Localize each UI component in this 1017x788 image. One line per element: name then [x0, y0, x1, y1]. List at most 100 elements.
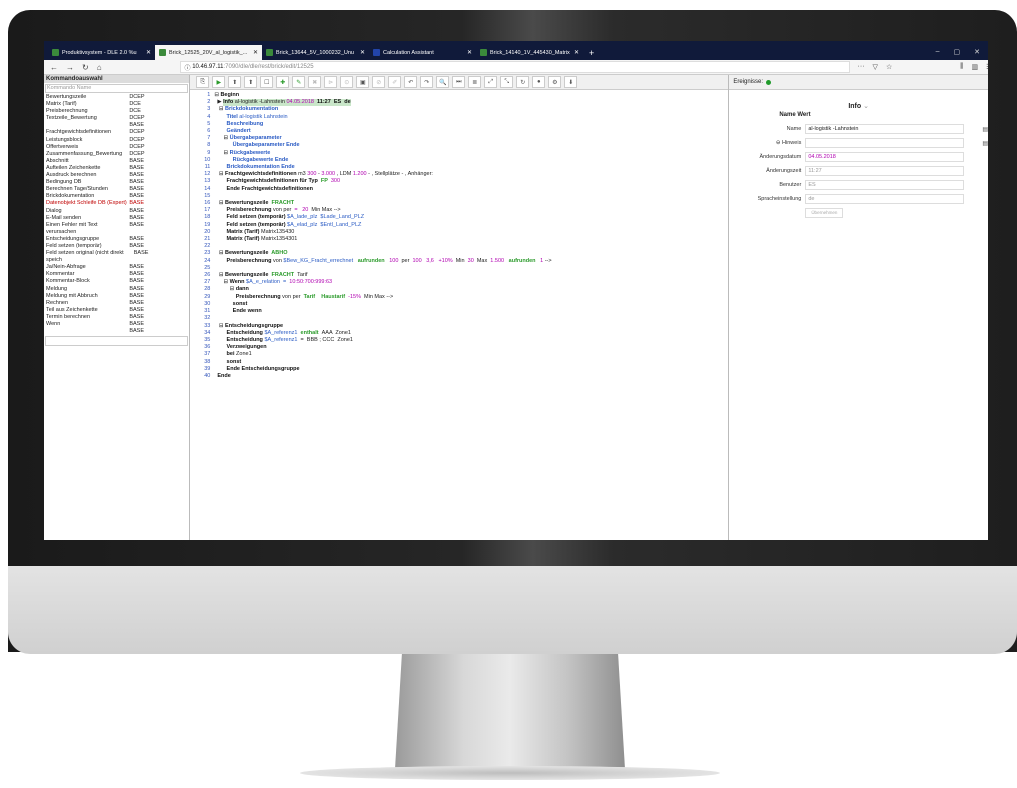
code-line[interactable]: 34 Entscheidung $A_referenz1 enthalt AAA…: [198, 330, 726, 337]
back-icon[interactable]: ←: [50, 63, 58, 72]
command-list-item[interactable]: Wenn BASE: [44, 321, 189, 328]
code-line[interactable]: 36 Verzweigungen: [198, 344, 726, 351]
command-list-item[interactable]: Berechnen Tage/Stunden BASE: [44, 186, 189, 193]
command-list-item[interactable]: Dialog BASE: [44, 208, 189, 215]
toolbar-button-icon[interactable]: ●: [532, 76, 546, 88]
toolbar-button-icon[interactable]: ⚙: [548, 76, 562, 88]
code-line[interactable]: 21 Matrix (Tarif) Matrix1354301: [198, 236, 726, 243]
toolbar-button-icon[interactable]: ≣: [468, 76, 482, 88]
code-line[interactable]: 38 sonst: [198, 359, 726, 366]
browser-tab[interactable]: Brick_12525_20V_al_logistik_... ✕: [155, 45, 262, 60]
code-line[interactable]: 23 ⊟ Bewertungszeile ABHO: [198, 250, 726, 257]
command-list-item[interactable]: Feld setzen (temporär) BASE: [44, 243, 189, 250]
code-line[interactable]: 15: [198, 193, 726, 200]
code-line[interactable]: 32: [198, 315, 726, 322]
pocket-icon[interactable]: ▽: [873, 63, 878, 71]
toolbar-button-icon[interactable]: ✐: [388, 76, 402, 88]
command-list-item[interactable]: Offertverweis DCEP: [44, 144, 189, 151]
command-list-item[interactable]: Rechnen BASE: [44, 300, 189, 307]
code-line[interactable]: 8 Übergabeparameter Ende: [198, 142, 726, 149]
code-line[interactable]: 27 ⊟ Wenn $A_e_relation = 10:50:700:999:…: [198, 279, 726, 286]
code-line[interactable]: 10 Rückgabewerte Ende: [198, 157, 726, 164]
command-list-item[interactable]: Ja/Nein-Abfrage BASE: [44, 264, 189, 271]
tab-close-icon[interactable]: ✕: [146, 49, 151, 56]
toolbar-button-icon[interactable]: ⤢: [484, 76, 498, 88]
tab-close-icon[interactable]: ✕: [574, 49, 579, 56]
forward-icon[interactable]: →: [66, 63, 74, 72]
code-area[interactable]: 1 ⊟ Beginn 2 ▶ Info al-logistik -Lahnstein…: [190, 90, 728, 380]
toolbar-button-icon[interactable]: ▶: [212, 76, 226, 88]
command-list-item[interactable]: E-Mail senden BASE: [44, 215, 189, 222]
document-icon[interactable]: ▤: [982, 126, 988, 133]
address-field[interactable]: ⓘ 10.46.97.11:7090/dle/dle/rest/brick/ed…: [179, 61, 850, 73]
code-line[interactable]: 19 Feld setzen (temporär) $A_elad_plz $E…: [198, 222, 726, 229]
library-icon[interactable]: ⫼: [960, 63, 963, 71]
command-list-item[interactable]: Textzeile_Bewertung DCEP: [44, 115, 189, 122]
browser-tab[interactable]: Produktivsystem - DLE 2.0 %u ✕: [48, 45, 155, 60]
field-value-input[interactable]: [805, 138, 965, 148]
code-line[interactable]: 5 Beschreibung: [198, 121, 726, 128]
code-line[interactable]: 24 Preisberechnung von $Bew_KG_Fracht_er…: [198, 258, 726, 265]
code-line[interactable]: 26 ⊟ Bewertungszeile FRACHT Tarif: [198, 272, 726, 279]
code-line[interactable]: 14 Ende Frachtgewichtsdefinitionen: [198, 186, 726, 193]
toolbar-button-icon[interactable]: ⬇: [564, 76, 578, 88]
command-list-item[interactable]: Teil aus Zeichenkette BASE: [44, 307, 189, 314]
command-list-item[interactable]: Bewertungszeile DCEP: [44, 94, 189, 101]
code-line[interactable]: 35 Entscheidung $A_referenz1 = BBB ; CCC…: [198, 337, 726, 344]
toolbar-button-icon[interactable]: ☐: [260, 76, 274, 88]
tab-close-icon[interactable]: ✕: [467, 49, 472, 56]
code-line[interactable]: 30 sonst: [198, 301, 726, 308]
command-list-item[interactable]: Matrix (Tarif) DCE: [44, 101, 189, 108]
code-line[interactable]: 25: [198, 265, 726, 272]
toolbar-button-icon[interactable]: ⬆: [244, 76, 258, 88]
close-window-icon[interactable]: ✕: [974, 48, 980, 56]
command-list-item[interactable]: BASE: [44, 328, 189, 335]
toolbar-button-icon[interactable]: ↷: [420, 76, 434, 88]
code-line[interactable]: 29 Preisberechnung von per Tarif Haustar…: [198, 294, 726, 301]
browser-tab[interactable]: Calculation Assistant ✕: [369, 45, 476, 60]
sidebar-icon[interactable]: ▥: [971, 63, 978, 71]
reload-icon[interactable]: ↻: [82, 63, 89, 72]
command-list-item[interactable]: Datenobjekt Schleife DB (Expert) BASE: [44, 200, 189, 207]
toolbar-button-icon[interactable]: ✚: [276, 76, 290, 88]
apply-button[interactable]: Übernehmen: [805, 208, 844, 218]
command-list-item[interactable]: Zusammenfassung_Bewertung DCEP: [44, 151, 189, 158]
code-line[interactable]: 11 Brickdokumentation Ende: [198, 164, 726, 171]
code-line[interactable]: 2 ▶ Info al-logistik -Lahnstein 04.05.20…: [198, 99, 726, 107]
code-line[interactable]: 18 Feld setzen (temporär) $A_lade_plz $L…: [198, 214, 726, 221]
tab-close-icon[interactable]: ✕: [360, 49, 365, 56]
code-line[interactable]: 33 ⊟ Entscheidungsgruppe: [198, 323, 726, 330]
toolbar-button-icon[interactable]: ✎: [292, 76, 306, 88]
command-list-item[interactable]: Leistungsblock DCEP: [44, 137, 189, 144]
toolbar-button-icon[interactable]: ⊙: [340, 76, 354, 88]
field-value-input[interactable]: 04.05.2018: [805, 152, 965, 162]
code-line[interactable]: 28 ⊟ dann: [198, 286, 726, 293]
bookmark-star-icon[interactable]: ☆: [886, 63, 892, 71]
code-line[interactable]: 12 ⊟ Frachtgewichtsdefinitionen m3 300 -…: [198, 171, 726, 178]
code-line[interactable]: 3 ⊟ Brickdokumentation: [198, 106, 726, 113]
code-line[interactable]: 37 bei Zone1: [198, 351, 726, 358]
code-line[interactable]: 39 Ende Entscheidungsgruppe: [198, 366, 726, 373]
command-list-item[interactable]: Einen Fehler mit Text verursachen BASE: [44, 222, 189, 236]
field-value-input[interactable]: ES: [805, 180, 965, 190]
field-value-input[interactable]: de: [805, 194, 965, 204]
browser-tab[interactable]: Brick_13644_5V_1000232_Unu ✕: [262, 45, 369, 60]
more-icon[interactable]: ···: [858, 63, 865, 71]
toolbar-button-icon[interactable]: ⊘: [372, 76, 386, 88]
toolbar-button-icon[interactable]: ⎘: [196, 76, 210, 88]
code-line[interactable]: 4 Titel al-logistik Lahnstein: [198, 114, 726, 121]
command-list-item[interactable]: BASE: [44, 122, 189, 129]
command-list-item[interactable]: Bedingung DB BASE: [44, 179, 189, 186]
command-list-item[interactable]: Termin berechnen BASE: [44, 314, 189, 321]
toolbar-button-icon[interactable]: ↶: [404, 76, 418, 88]
toolbar-button-icon[interactable]: ⏭: [452, 76, 466, 88]
toolbar-button-icon[interactable]: ⤡: [500, 76, 514, 88]
toolbar-button-icon[interactable]: ↻: [516, 76, 530, 88]
toolbar-button-icon[interactable]: ▣: [356, 76, 370, 88]
command-list-item[interactable]: Ausdruck berechnen BASE: [44, 172, 189, 179]
minimize-icon[interactable]: –: [936, 48, 940, 56]
command-list-item[interactable]: Kommentar BASE: [44, 271, 189, 278]
code-line[interactable]: 16 ⊟ Bewertungszeile FRACHT: [198, 200, 726, 207]
toolbar-button-icon[interactable]: 🔍: [436, 76, 450, 88]
command-list-item[interactable]: Feld setzen original (nicht direkt speic…: [44, 250, 189, 264]
